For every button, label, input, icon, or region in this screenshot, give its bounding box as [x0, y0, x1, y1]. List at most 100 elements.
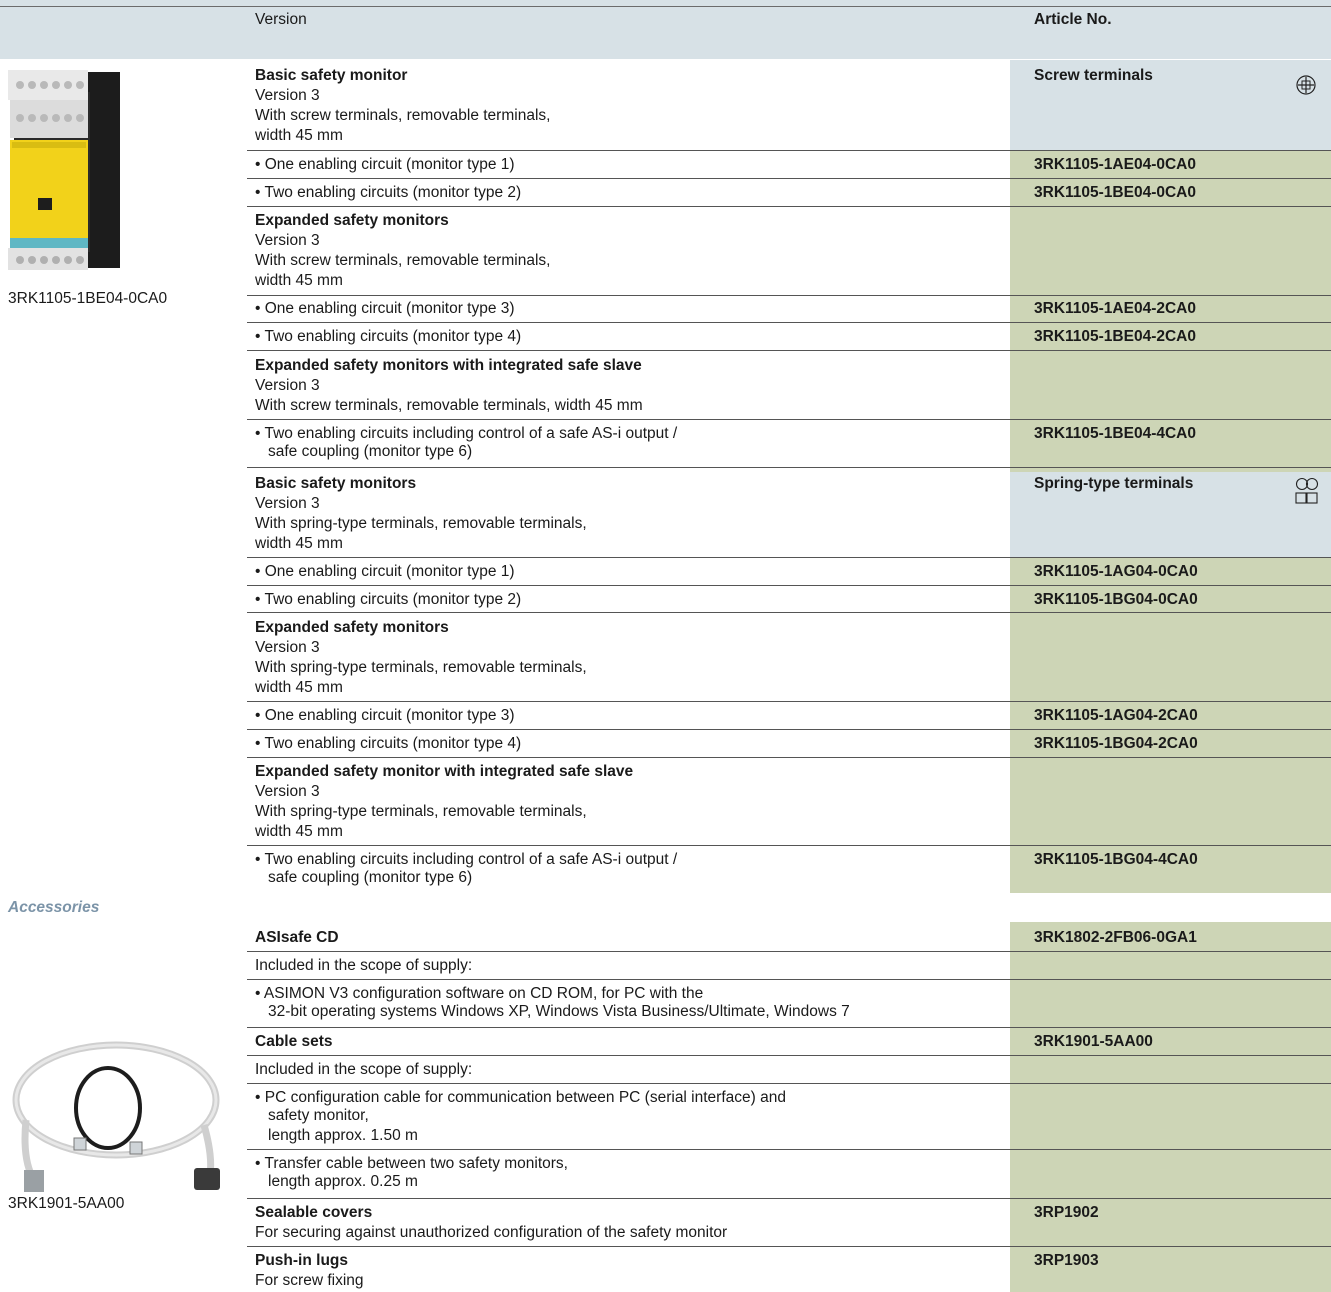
bullet-item-cont: 32-bit operating systems Windows XP, Win… [268, 1003, 850, 1020]
cable-image-caption: 3RK1901-5AA00 [8, 1195, 125, 1212]
group-line: width 45 mm [255, 679, 343, 696]
screw-terminal-icon [1295, 74, 1317, 100]
option-row: • One enabling circuit (monitor type 3) [255, 707, 515, 724]
row-separator [247, 951, 1331, 952]
row-separator [247, 557, 1331, 558]
bullet-item-cont: safety monitor, [268, 1107, 369, 1124]
group-line: With screw terminals, removable terminal… [255, 252, 551, 269]
cable-title: Cable sets [255, 1033, 333, 1050]
row-separator [247, 150, 1331, 151]
spring-terminals-label: Spring-type terminals [1034, 475, 1194, 492]
row-separator [247, 1149, 1331, 1150]
header-article-no: Article No. [1034, 11, 1112, 28]
bullet-item-cont: length approx. 1.50 m [268, 1127, 418, 1144]
row-separator [247, 1083, 1331, 1084]
lugs-title: Push-in lugs [255, 1252, 348, 1269]
option-row-cont: safe coupling (monitor type 6) [268, 443, 473, 460]
article-number: 3RP1903 [1034, 1252, 1099, 1269]
group-line: Version 3 [255, 87, 320, 104]
cd-title: ASIsafe CD [255, 929, 339, 946]
article-number: 3RK1105-1AG04-0CA0 [1034, 563, 1198, 580]
group-title: Expanded safety monitor with integrated … [255, 763, 634, 780]
article-number: 3RK1105-1BG04-4CA0 [1034, 851, 1198, 868]
group-line: width 45 mm [255, 535, 343, 552]
group-line: width 45 mm [255, 272, 343, 289]
group-line: With spring-type terminals, removable te… [255, 803, 587, 820]
cable-set-image [4, 1030, 234, 1199]
accessories-article-band [1010, 922, 1331, 1292]
article-number: 3RP1902 [1034, 1204, 1099, 1221]
header-top-rule [0, 6, 1331, 7]
row-separator [247, 419, 1331, 420]
row-separator [247, 757, 1331, 758]
article-number: 3RK1105-1BG04-0CA0 [1034, 591, 1198, 608]
group-title: Expanded safety monitors with integrated… [255, 357, 642, 374]
option-row: • One enabling circuit (monitor type 1) [255, 156, 515, 173]
row-separator [247, 612, 1331, 613]
accessories-heading: Accessories [8, 899, 100, 916]
article-number: 3RK1105-1BE04-0CA0 [1034, 184, 1196, 201]
group-line: With spring-type terminals, removable te… [255, 515, 587, 532]
group-line: With screw terminals, removable terminal… [255, 397, 643, 414]
row-separator [247, 585, 1331, 586]
scope-text: Included in the scope of supply: [255, 957, 473, 974]
group-title: Basic safety monitors [255, 475, 417, 492]
article-number: 3RK1105-1AG04-2CA0 [1034, 707, 1198, 724]
group-title: Expanded safety monitors [255, 212, 449, 229]
row-separator [247, 1246, 1331, 1247]
option-row: • Two enabling circuits (monitor type 4) [255, 735, 522, 752]
row-separator [247, 467, 1331, 468]
row-separator [247, 322, 1331, 323]
row-separator [247, 1198, 1331, 1199]
row-separator [247, 845, 1331, 846]
option-row-cont: safe coupling (monitor type 6) [268, 869, 473, 886]
article-number: 3RK1901-5AA00 [1034, 1033, 1153, 1050]
bullet-item: • PC configuration cable for communicati… [255, 1089, 786, 1106]
spring-terminal-icon [1295, 477, 1319, 513]
article-number: 3RK1105-1AE04-0CA0 [1034, 156, 1196, 173]
option-row: • Two enabling circuits (monitor type 2) [255, 591, 522, 608]
bullet-item-cont: length approx. 0.25 m [268, 1173, 418, 1190]
screw-terminals-label: Screw terminals [1034, 67, 1153, 84]
row-separator [247, 295, 1331, 296]
header-version: Version [255, 11, 307, 28]
row-separator [247, 729, 1331, 730]
option-row: • Two enabling circuits (monitor type 4) [255, 328, 522, 345]
scope-text: Included in the scope of supply: [255, 1061, 473, 1078]
bullet-item: • Transfer cable between two safety moni… [255, 1155, 568, 1172]
option-row: • Two enabling circuits including contro… [255, 425, 678, 442]
article-number: 3RK1105-1AE04-2CA0 [1034, 300, 1196, 317]
article-number: 3RK1105-1BG04-2CA0 [1034, 735, 1198, 752]
article-number: 3RK1802-2FB06-0GA1 [1034, 929, 1197, 946]
group-title: Expanded safety monitors [255, 619, 449, 636]
group-title: Basic safety monitor [255, 67, 408, 84]
option-row: • Two enabling circuits including contro… [255, 851, 678, 868]
row-separator [247, 178, 1331, 179]
row-separator [247, 1055, 1331, 1056]
row-separator [247, 701, 1331, 702]
covers-desc: For securing against unauthorized config… [255, 1224, 728, 1241]
article-number: 3RK1105-1BE04-4CA0 [1034, 425, 1196, 442]
group-line: width 45 mm [255, 823, 343, 840]
group-line: Version 3 [255, 232, 320, 249]
table-header [0, 0, 1331, 59]
row-separator [247, 1027, 1331, 1028]
row-separator [247, 206, 1331, 207]
group-line: With screw terminals, removable terminal… [255, 107, 551, 124]
option-row: • Two enabling circuits (monitor type 2) [255, 184, 522, 201]
covers-title: Sealable covers [255, 1204, 373, 1221]
group-line: Version 3 [255, 639, 320, 656]
group-line: width 45 mm [255, 127, 343, 144]
row-separator [247, 979, 1331, 980]
group-line: With spring-type terminals, removable te… [255, 659, 587, 676]
safety-monitor-image [8, 70, 123, 279]
group-line: Version 3 [255, 495, 320, 512]
option-row: • One enabling circuit (monitor type 3) [255, 300, 515, 317]
monitor-image-caption: 3RK1105-1BE04-0CA0 [8, 290, 168, 307]
article-number: 3RK1105-1BE04-2CA0 [1034, 328, 1196, 345]
row-separator [247, 350, 1331, 351]
group-line: Version 3 [255, 783, 320, 800]
lugs-desc: For screw fixing [255, 1272, 364, 1289]
group-line: Version 3 [255, 377, 320, 394]
bullet-item: • ASIMON V3 configuration software on CD… [255, 985, 704, 1002]
